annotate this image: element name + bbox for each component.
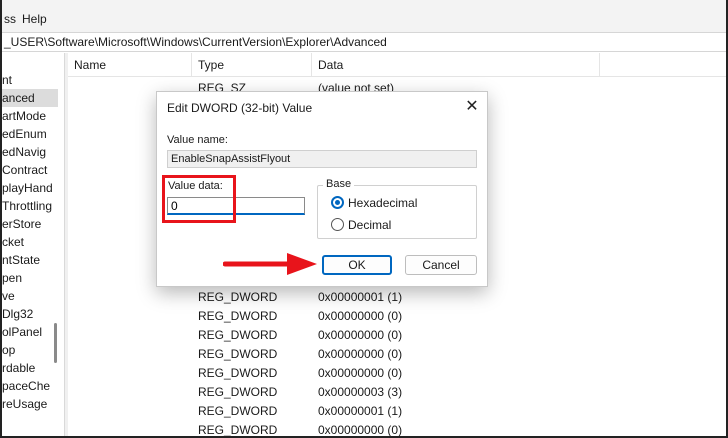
tree-key-item[interactable]: op xyxy=(2,341,58,359)
list-header: Name Type Data xyxy=(68,53,726,77)
value-type-cell: REG_DWORD xyxy=(198,423,278,437)
value-data-cell: 0x00000000 (0) xyxy=(318,423,403,437)
tree-key-item[interactable]: olPanel xyxy=(2,323,58,341)
tree-key-item[interactable]: anced xyxy=(2,89,58,107)
close-icon[interactable]: ✕ xyxy=(463,98,481,116)
tree-key-item[interactable]: edEnum xyxy=(2,125,58,143)
value-row[interactable]: MapNetDrvBtnREG_DWORD0x00000000 (0) xyxy=(68,307,726,326)
highlight-box xyxy=(162,175,236,223)
menu-item-partial[interactable]: ss xyxy=(4,12,16,26)
tree-key-item[interactable]: rdable xyxy=(2,359,58,377)
tree-key-item[interactable]: Contract xyxy=(2,161,58,179)
tree-key-item[interactable]: Dlg32 xyxy=(2,305,58,323)
tree-key-item[interactable]: paceChe xyxy=(2,377,58,395)
red-arrow-annotation xyxy=(223,253,317,275)
tree-key-item[interactable]: Throttling xyxy=(2,197,58,215)
hexadecimal-label[interactable]: Hexadecimal xyxy=(348,196,417,210)
value-row[interactable]: SeparateProcessREG_DWORD0x00000000 (0) xyxy=(68,421,726,437)
value-data-cell: 0x00000001 (1) xyxy=(318,404,403,418)
value-type-cell: REG_DWORD xyxy=(198,385,278,399)
address-bar[interactable]: _USER\Software\Microsoft\Windows\Current… xyxy=(2,32,726,52)
key-tree-pane: nt anced artMode edEnum edNavig Contract playH… xyxy=(2,53,60,436)
value-row[interactable]: ReindexedProfileREG_DWORD0x00000001 (1) xyxy=(68,402,726,421)
value-data-cell: 0x00000003 (3) xyxy=(318,385,403,399)
tree-key-item[interactable]: playHand xyxy=(2,179,58,197)
tree-key-item[interactable]: nt xyxy=(2,71,58,89)
tree-key-item[interactable]: reUsage xyxy=(2,395,58,413)
value-type-cell: REG_DWORD xyxy=(198,309,278,323)
tree-key-item[interactable]: artMode xyxy=(2,107,58,125)
column-header-type[interactable]: Type xyxy=(192,53,312,77)
tree-key-item[interactable]: edNavig xyxy=(2,143,58,161)
registry-editor-window: ss Help _USER\Software\Microsoft\Windows… xyxy=(0,0,728,438)
base-label: Base xyxy=(323,178,355,190)
column-header-data[interactable]: Data xyxy=(312,53,600,77)
value-data-cell: 0x00000001 (1) xyxy=(318,290,403,304)
tree-key-item[interactable]: erStore xyxy=(2,215,58,233)
value-data-cell: 0x00000000 (0) xyxy=(318,309,403,323)
value-row[interactable]: MMTaskbarGlo...REG_DWORD0x00000000 (0) xyxy=(68,345,726,364)
edit-dword-dialog: Edit DWORD (32-bit) Value ✕ Value name: … xyxy=(156,91,488,287)
value-data-cell: 0x00000000 (0) xyxy=(318,347,403,361)
value-data-cell: 0x00000000 (0) xyxy=(318,366,403,380)
value-row[interactable]: ListviewShadowREG_DWORD0x00000001 (1) xyxy=(68,288,726,307)
ok-button[interactable]: OK xyxy=(322,255,392,275)
dialog-title: Edit DWORD (32-bit) Value xyxy=(167,101,313,115)
column-header-name[interactable]: Name xyxy=(68,53,192,77)
menu-bar: ss Help xyxy=(2,0,726,32)
base-groupbox xyxy=(317,185,477,239)
menu-item-help[interactable]: Help xyxy=(22,12,47,26)
tree-key-item[interactable]: ve xyxy=(2,287,58,305)
cancel-button[interactable]: Cancel xyxy=(405,255,477,275)
value-row[interactable]: MMTaskbarEnab...REG_DWORD0x00000000 (0) xyxy=(68,326,726,345)
decimal-label[interactable]: Decimal xyxy=(348,218,391,232)
value-type-cell: REG_DWORD xyxy=(198,347,278,361)
value-type-cell: REG_DWORD xyxy=(198,290,278,304)
value-name-field: EnableSnapAssistFlyout xyxy=(167,150,477,168)
tree-key-item[interactable]: cket xyxy=(2,233,58,251)
tree-key-item[interactable]: pen xyxy=(2,269,58,287)
value-type-cell: REG_DWORD xyxy=(198,328,278,342)
hexadecimal-radio[interactable] xyxy=(331,196,344,209)
decimal-radio[interactable] xyxy=(331,218,344,231)
value-name-label: Value name: xyxy=(167,134,228,146)
value-type-cell: REG_DWORD xyxy=(198,404,278,418)
tree-key-item[interactable]: ntState xyxy=(2,251,58,269)
value-row[interactable]: MMTaskbarModeREG_DWORD0x00000000 (0) xyxy=(68,364,726,383)
value-type-cell: REG_DWORD xyxy=(198,366,278,380)
tree-scrollbar[interactable] xyxy=(54,323,57,363)
value-data-cell: 0x00000000 (0) xyxy=(318,328,403,342)
value-row[interactable]: MultiTaskingAlt...REG_DWORD0x00000003 (3… xyxy=(68,383,726,402)
